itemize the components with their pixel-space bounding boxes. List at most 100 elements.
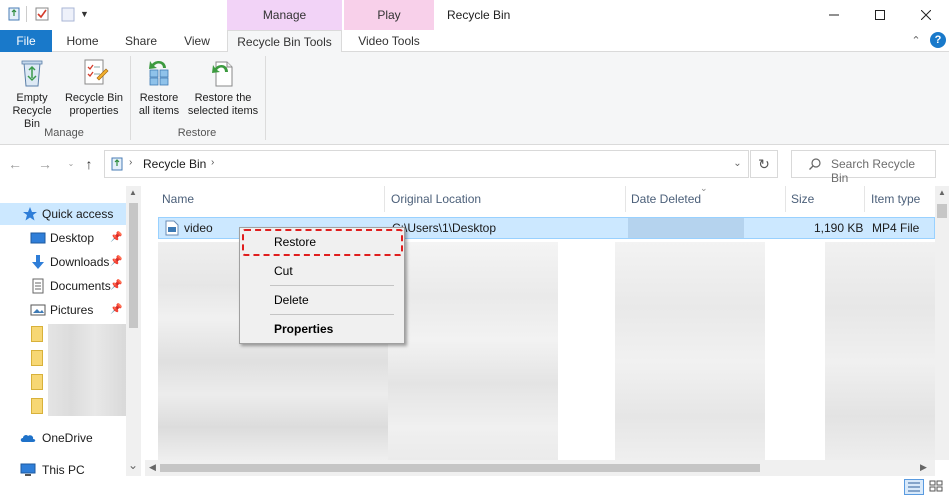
qat-separator (26, 6, 27, 22)
tab-home[interactable]: Home (55, 30, 110, 52)
vertical-scrollbar-thumb[interactable] (937, 204, 947, 218)
sidebar-item-label: Quick access (42, 207, 114, 221)
new-folder-icon[interactable] (60, 6, 76, 22)
column-separator[interactable] (864, 186, 865, 212)
folder-icon[interactable] (31, 374, 43, 390)
forward-arrow-icon[interactable]: → (36, 155, 54, 173)
sidebar-item-onedrive[interactable]: OneDrive (0, 427, 126, 449)
status-bar (0, 476, 949, 497)
empty-recycle-bin-label-1: Empty (16, 92, 48, 104)
cloud-icon (20, 434, 36, 442)
empty-recycle-bin-icon (21, 60, 43, 87)
search-icon (809, 158, 821, 170)
ribbon-group-separator (265, 56, 266, 140)
menu-separator (270, 285, 394, 286)
recycle-bin-properties-button[interactable]: Recycle Bin properties (63, 56, 125, 122)
recycle-bin-icon (111, 157, 123, 171)
sidebar-item-label: Pictures (50, 303, 94, 317)
restore-all-items-label-2: all items (138, 105, 180, 117)
navigation-pane: Quick access Desktop 📌 Downloads 📌 Docum… (0, 186, 141, 483)
folder-icon[interactable] (31, 326, 43, 342)
empty-recycle-bin-button[interactable]: Empty Recycle Bin (3, 56, 61, 130)
back-arrow-icon[interactable]: ← (6, 155, 24, 173)
horizontal-scrollbar-thumb[interactable] (160, 464, 760, 472)
qat-customize-icon[interactable]: ▼ (80, 6, 92, 22)
recycle-bin-properties-label-2: properties (69, 105, 119, 117)
refresh-button[interactable]: ↻ (750, 150, 778, 178)
details-view-button[interactable] (904, 479, 924, 495)
column-header-date-deleted[interactable]: Date Deleted (631, 186, 701, 212)
column-separator[interactable] (384, 186, 385, 212)
breadcrumb-separator-icon[interactable]: › (129, 157, 132, 168)
tab-view[interactable]: View (172, 30, 222, 52)
blurred-locations (388, 242, 558, 460)
ribbon: Empty Recycle Bin Recycle Bin properties… (0, 52, 949, 145)
pin-icon: 📌 (110, 232, 123, 243)
breadcrumb-separator-icon[interactable]: › (211, 157, 214, 168)
restore-selected-items-button[interactable]: Restore the selected items (186, 56, 260, 122)
download-arrow-icon (32, 255, 44, 269)
minimize-button[interactable] (811, 0, 857, 30)
close-button[interactable] (903, 0, 949, 30)
recycle-bin-icon[interactable] (6, 6, 22, 22)
scroll-right-icon[interactable]: ▶ (920, 462, 927, 473)
sidebar-item-documents[interactable]: Documents 📌 (0, 275, 126, 297)
menu-item-delete[interactable]: Delete (242, 288, 402, 312)
column-header-original-location[interactable]: Original Location (391, 186, 481, 212)
ribbon-tabs: File Home Share View Recycle Bin Tools V… (0, 30, 949, 53)
recycle-bin-properties-label-1: Recycle Bin (64, 92, 124, 104)
context-header-play: Play (344, 0, 434, 30)
address-bar[interactable]: › Recycle Bin › (104, 150, 749, 178)
column-header-item-type[interactable]: Item type (871, 186, 920, 212)
sidebar-item-label: Documents (50, 279, 111, 293)
collapse-ribbon-icon[interactable]: ⌃ (908, 33, 924, 49)
folder-icon[interactable] (31, 398, 43, 414)
menu-item-properties[interactable]: Properties (242, 317, 402, 341)
breadcrumb-recycle-bin[interactable]: Recycle Bin (143, 157, 206, 171)
sidebar-item-quick-access[interactable]: Quick access (0, 203, 126, 225)
large-icons-view-button[interactable] (928, 479, 946, 495)
restore-all-items-label-1: Restore (139, 92, 179, 104)
tab-recycle-bin-tools[interactable]: Recycle Bin Tools (227, 30, 342, 53)
column-separator[interactable] (785, 186, 786, 212)
folder-icon[interactable] (31, 350, 43, 366)
document-icon (32, 278, 44, 294)
sidebar-item-downloads[interactable]: Downloads 📌 (0, 251, 126, 273)
properties-check-icon[interactable] (34, 6, 50, 22)
maximize-button[interactable] (857, 0, 903, 30)
scroll-left-icon[interactable]: ◀ (149, 462, 156, 473)
tab-video-tools[interactable]: Video Tools (344, 30, 434, 52)
restore-group-label: Restore (177, 127, 217, 139)
sidebar-item-pictures[interactable]: Pictures 📌 (0, 299, 126, 321)
pin-icon: 📌 (110, 304, 123, 315)
file-item-type: MP4 File (872, 221, 920, 235)
restore-selected-items-icon (212, 61, 233, 87)
sidebar-item-label: OneDrive (42, 431, 93, 445)
menu-item-cut[interactable]: Cut (242, 259, 402, 283)
restore-selected-items-label-1: Restore the (194, 92, 252, 104)
column-header-size[interactable]: Size (791, 186, 814, 212)
sidebar-item-desktop[interactable]: Desktop 📌 (0, 227, 126, 249)
column-header-name[interactable]: Name (162, 186, 194, 212)
tab-file[interactable]: File (0, 30, 52, 52)
scroll-down-icon[interactable]: ⌄ (128, 458, 138, 472)
restore-all-items-button[interactable]: Restore all items (134, 56, 184, 122)
up-arrow-icon[interactable]: ↑ (80, 155, 98, 173)
content-vertical-scrollbar[interactable]: ▲ (935, 186, 949, 460)
scroll-up-icon[interactable]: ▲ (129, 188, 137, 197)
pin-icon: 📌 (110, 256, 123, 267)
title-bar: ▼ Manage Play Recycle Bin (0, 0, 949, 30)
search-input[interactable]: Search Recycle Bin (791, 150, 936, 185)
tab-share[interactable]: Share (112, 30, 170, 52)
blurred-sizes-types (825, 242, 935, 460)
blurred-dates (615, 242, 765, 460)
file-name: video (184, 221, 213, 235)
column-separator[interactable] (625, 186, 626, 212)
help-icon[interactable]: ? (930, 32, 946, 48)
menu-separator (270, 314, 394, 315)
scroll-up-icon[interactable]: ▲ (938, 188, 946, 197)
address-dropdown-icon[interactable]: ⌄ (726, 150, 749, 178)
nav-scrollbar-thumb[interactable] (129, 203, 138, 328)
star-icon (23, 207, 37, 221)
recent-locations-chevron-icon[interactable]: ⌄ (62, 155, 80, 173)
